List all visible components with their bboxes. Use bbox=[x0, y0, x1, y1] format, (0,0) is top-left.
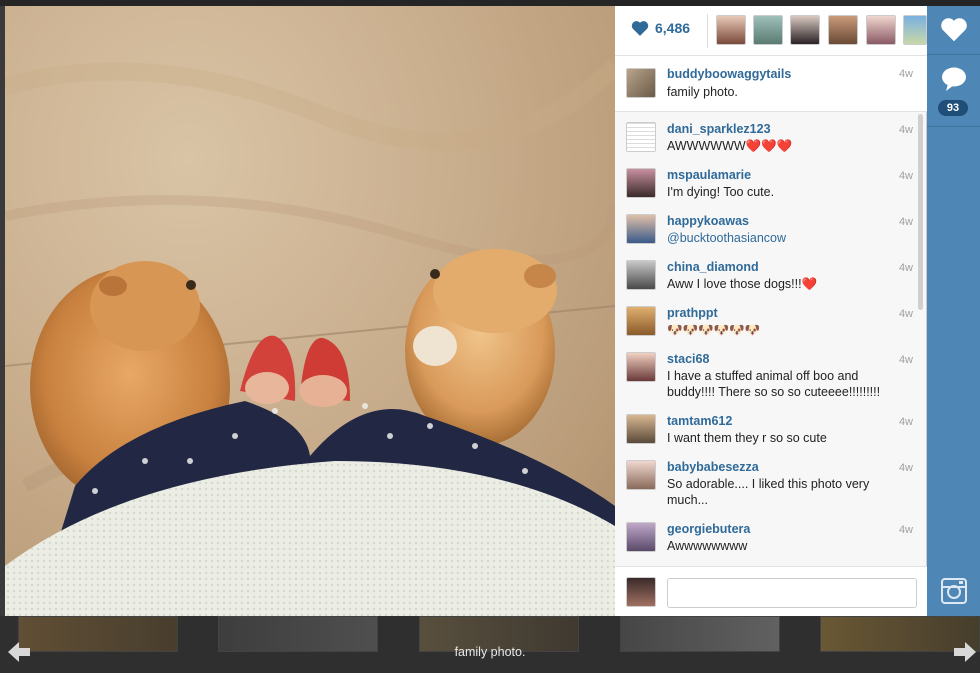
commenter-avatar[interactable] bbox=[626, 122, 656, 152]
liker-avatar[interactable] bbox=[716, 15, 746, 45]
caption-row: buddyboowaggytails family photo. 4w bbox=[615, 56, 927, 112]
camera-icon bbox=[940, 578, 967, 604]
brand-logo[interactable] bbox=[927, 577, 980, 605]
likers-divider bbox=[707, 14, 708, 48]
comment-time: 4w bbox=[898, 262, 913, 274]
comment-text: 🐶🐶🐶🐶🐶🐶 bbox=[667, 323, 761, 337]
comments-scrollbar[interactable] bbox=[918, 114, 923, 310]
comment-username[interactable]: dani_sparklez123 bbox=[667, 122, 771, 136]
comment-time: 4w bbox=[898, 170, 913, 182]
commenter-avatar[interactable] bbox=[626, 306, 656, 336]
lightbox-overlay: 6,486 buddyboowaggytails family photo. 4… bbox=[0, 0, 980, 673]
commenter-avatar[interactable] bbox=[626, 168, 656, 198]
commenter-avatar[interactable] bbox=[626, 460, 656, 490]
comment-time: 4w bbox=[898, 354, 913, 366]
comment-username[interactable]: georgiebutera bbox=[667, 522, 750, 536]
comment-username[interactable]: prathppt bbox=[667, 306, 718, 320]
comment-time: 4w bbox=[898, 524, 913, 536]
author-avatar[interactable] bbox=[626, 68, 656, 98]
comment-username[interactable]: mspaulamarie bbox=[667, 168, 751, 182]
current-user-avatar bbox=[626, 577, 656, 607]
post-caption: family photo. bbox=[667, 85, 738, 99]
post-photo[interactable] bbox=[5, 6, 615, 616]
comment-text: Awwwwwwww bbox=[667, 539, 748, 553]
comment-mention[interactable]: @bucktoothasiancow bbox=[667, 230, 907, 246]
comment-time: 4w bbox=[898, 308, 913, 320]
liker-avatar[interactable] bbox=[866, 15, 896, 45]
action-rail: 93 bbox=[927, 6, 980, 616]
heart-icon bbox=[631, 21, 649, 36]
likes-count-label: 6,486 bbox=[655, 20, 691, 36]
liker-avatar[interactable] bbox=[790, 15, 820, 45]
post-time: 4w bbox=[898, 68, 913, 80]
liker-avatar[interactable] bbox=[903, 15, 927, 45]
comment-text: I have a stuffed animal off boo and budd… bbox=[667, 369, 881, 399]
comment-text: Aww I love those dogs!!!❤️ bbox=[667, 277, 818, 291]
commenter-avatar[interactable] bbox=[626, 214, 656, 244]
comment-time: 4w bbox=[898, 416, 913, 428]
comment-count-badge: 93 bbox=[938, 100, 968, 116]
bottom-caption: family photo. bbox=[454, 645, 526, 659]
comment-time: 4w bbox=[898, 462, 913, 474]
author-username[interactable]: buddyboowaggytails bbox=[667, 67, 791, 81]
comment-input[interactable] bbox=[667, 578, 917, 608]
comment-username[interactable]: china_diamond bbox=[667, 260, 759, 274]
comment-input-row bbox=[615, 566, 927, 616]
commenter-avatar[interactable] bbox=[626, 522, 656, 552]
comment-username[interactable]: tamtam612 bbox=[667, 414, 732, 428]
photo-illustration bbox=[5, 59, 615, 616]
rail-divider bbox=[927, 126, 980, 127]
comment-text: I want them they r so so cute bbox=[667, 431, 827, 445]
comment-username[interactable]: babybabesezza bbox=[667, 460, 759, 474]
comment-time: 4w bbox=[898, 124, 913, 136]
speech-bubble-icon bbox=[941, 67, 966, 91]
rail-divider bbox=[927, 54, 980, 55]
likes-bar: 6,486 bbox=[615, 6, 927, 56]
commenter-avatar[interactable] bbox=[626, 260, 656, 290]
comment-username[interactable]: staci68 bbox=[667, 352, 709, 366]
likes-count[interactable]: 6,486 bbox=[631, 20, 690, 36]
comment-text: AWWWWWW❤️❤️❤️ bbox=[667, 139, 793, 153]
comment-time: 4w bbox=[898, 216, 913, 228]
comment-text: So adorable.... I liked this photo very … bbox=[667, 477, 870, 507]
heart-icon bbox=[940, 18, 967, 42]
comment-list[interactable]: dani_sparklez123 AWWWWWW❤️❤️❤️ 4w mspaul… bbox=[615, 112, 927, 566]
comments-panel: 6,486 buddyboowaggytails family photo. 4… bbox=[615, 6, 927, 616]
liker-avatar[interactable] bbox=[828, 15, 858, 45]
commenter-avatar[interactable] bbox=[626, 414, 656, 444]
liker-avatar[interactable] bbox=[753, 15, 783, 45]
like-button[interactable] bbox=[927, 16, 980, 42]
comment-username[interactable]: happykoawas bbox=[667, 214, 749, 228]
comment-button[interactable] bbox=[927, 66, 980, 92]
commenter-avatar[interactable] bbox=[626, 352, 656, 382]
comment-text: I'm dying! Too cute. bbox=[667, 185, 775, 199]
